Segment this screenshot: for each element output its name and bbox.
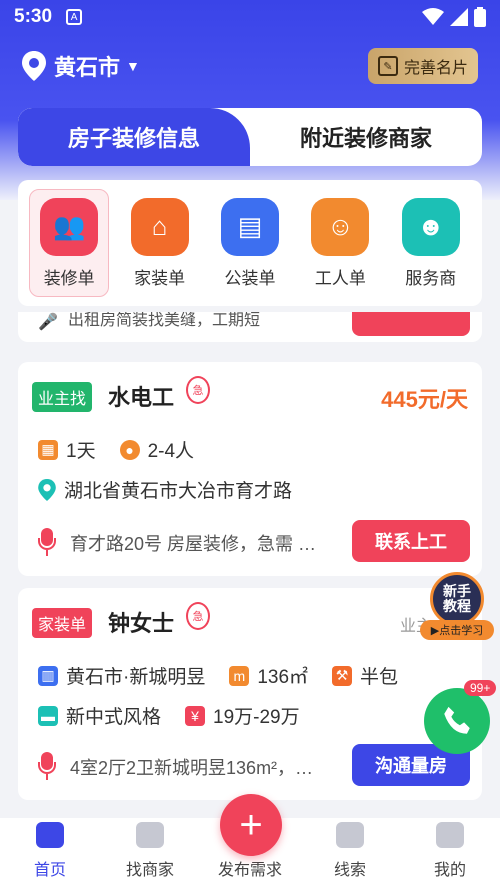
- category-label: 装修单: [43, 268, 95, 288]
- job-desc-row: 4室2厅2卫新城明昱136m²，…: [38, 752, 313, 782]
- document-icon: [336, 822, 364, 848]
- job-tag: 家装单: [32, 608, 93, 638]
- job-card[interactable]: 家装单 钟女士 急 业主 ▥ 黄石市·新城明昱 m 136㎡ ⚒ 半包 ▬ 新中…: [18, 588, 482, 800]
- budget-icon: ¥: [185, 705, 206, 726]
- category-home[interactable]: ⌂ 家装单: [120, 189, 200, 297]
- job-meta-row: ▥ 黄石市·新城明昱 m 136㎡ ⚒ 半包: [38, 662, 398, 689]
- worker-icon: ☺: [311, 197, 370, 256]
- location-pin-icon[interactable]: [22, 51, 46, 81]
- urgent-icon: 急: [186, 602, 210, 630]
- category-commercial[interactable]: ▤ 公装单: [210, 189, 290, 297]
- job-title: 钟女士: [108, 611, 175, 636]
- job-card[interactable]: 业主找 水电工 急 445元/天 ▦ 1天 ● 2-4人 湖北省黄石市大冶市育才…: [18, 362, 482, 576]
- home-icon: [36, 822, 64, 848]
- edit-card-icon: ✎: [377, 56, 398, 76]
- nav-home[interactable]: 首页: [0, 818, 100, 888]
- job-duration: 1天: [66, 441, 96, 462]
- phone-icon: [444, 706, 470, 734]
- job-desc: 4室2厅2卫新城明昱136m²，…: [70, 758, 314, 778]
- nav-label: 找商家: [125, 862, 174, 879]
- nav-mine[interactable]: 我的: [400, 818, 500, 888]
- partial-contact-button[interactable]: [352, 312, 470, 336]
- job-price: 445元/天: [381, 387, 468, 412]
- tutorial-fab[interactable]: 新手 教程 ▶点击学习: [420, 572, 494, 642]
- category-label: 服务商: [405, 268, 457, 288]
- category-service[interactable]: ☻ 服务商: [391, 189, 471, 297]
- calendar-icon: ▦: [38, 439, 58, 460]
- category-label: 工人单: [314, 268, 366, 288]
- nav-label: 线索: [333, 862, 366, 879]
- complete-card-button[interactable]: ✎ 完善名片: [367, 48, 478, 84]
- job-meta-row: ▦ 1天 ● 2-4人: [38, 436, 194, 463]
- job-area: 136㎡: [257, 667, 309, 688]
- profile-icon: [436, 822, 464, 848]
- nav-leads[interactable]: 线索: [300, 818, 400, 888]
- category-grid: 👥 装修单 ⌂ 家装单 ▤ 公装单 ☺ 工人单 ☻ 服务商: [18, 180, 482, 306]
- tab-renovation-info[interactable]: 房子装修信息: [18, 108, 250, 166]
- job-people: 2-4人: [147, 441, 195, 462]
- category-label: 家装单: [134, 268, 186, 288]
- tab-nearby-merchants[interactable]: 附近装修商家: [250, 108, 482, 166]
- job-title: 水电工: [108, 385, 175, 410]
- nav-find-merchant[interactable]: 找商家: [100, 818, 200, 888]
- nav-label: 首页: [33, 862, 66, 879]
- main-tabs: 房子装修信息 附近装修商家: [18, 108, 482, 166]
- area-icon: m: [229, 665, 250, 686]
- microphone-icon: [38, 752, 56, 782]
- signal-icon: [450, 8, 468, 26]
- publish-plus-button[interactable]: +: [220, 794, 282, 856]
- tutorial-line1: 新手: [443, 583, 471, 599]
- urgent-icon: 急: [186, 376, 210, 404]
- job-style: 新中式风格: [66, 707, 162, 728]
- contact-work-button[interactable]: 联系上工: [352, 520, 470, 562]
- job-desc: 育才路20号 房屋装修，急需 …: [70, 534, 317, 554]
- status-bar: 5:30 A: [0, 0, 500, 34]
- notification-icon: A: [66, 9, 83, 25]
- building-icon: ▥: [38, 665, 58, 686]
- job-address: 湖北省黄石市大冶市育才路: [64, 481, 293, 502]
- job-address-row: 湖北省黄石市大冶市育才路: [38, 476, 292, 503]
- nav-label: 发布需求: [217, 862, 282, 879]
- city-selector[interactable]: 黄石市: [54, 50, 120, 82]
- partial-job-card[interactable]: 🎤 出租房简装找美缝，工期短: [18, 312, 482, 342]
- category-renovation[interactable]: 👥 装修单: [29, 189, 110, 297]
- complete-card-label: 完善名片: [403, 60, 468, 77]
- shop-icon: ▤: [220, 197, 279, 256]
- battery-icon: [474, 7, 486, 27]
- microphone-icon: 🎤: [38, 314, 58, 331]
- job-community: 黄石市·新城明昱: [66, 667, 206, 688]
- job-desc-row: 育才路20号 房屋装修，急需 …: [38, 528, 316, 558]
- merchant-icon: [136, 822, 164, 848]
- partial-desc: 出租房简装找美缝，工期短: [68, 312, 261, 329]
- team-house-icon: 👥: [40, 197, 99, 256]
- phone-call-button[interactable]: [424, 688, 490, 754]
- people-icon: ●: [119, 439, 140, 460]
- location-pin-icon: [38, 478, 56, 501]
- paint-roller-icon: ▬: [38, 705, 58, 726]
- engineer-icon: ☻: [401, 197, 460, 256]
- tutorial-label: ▶点击学习: [420, 620, 494, 640]
- job-tag: 业主找: [32, 382, 93, 412]
- category-worker[interactable]: ☺ 工人单: [300, 189, 380, 297]
- status-time: 5:30: [14, 6, 53, 27]
- wifi-icon: [422, 8, 444, 25]
- status-icons: [422, 7, 486, 27]
- job-style-row: ▬ 新中式风格 ¥ 19万-29万: [38, 702, 300, 729]
- nav-label: 我的: [433, 862, 466, 879]
- microphone-icon: [38, 528, 56, 558]
- top-header: 黄石市 ▼ ✎ 完善名片: [0, 44, 500, 88]
- house-icon: ⌂: [130, 197, 189, 256]
- tutorial-line2: 教程: [443, 598, 471, 614]
- notification-badge: 99+: [464, 680, 497, 696]
- tutorial-badge: 新手 教程: [430, 572, 484, 626]
- job-budget: 19万-29万: [213, 707, 300, 728]
- chevron-down-icon[interactable]: ▼: [126, 58, 140, 74]
- worker-tool-icon: ⚒: [332, 665, 353, 686]
- category-label: 公装单: [224, 268, 276, 288]
- job-pack: 半包: [360, 667, 399, 688]
